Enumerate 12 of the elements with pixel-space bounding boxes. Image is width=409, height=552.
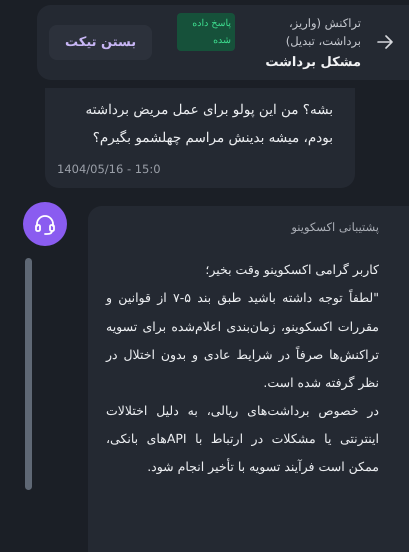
message-paragraph: در خصوص برداشت‌های ریالی، به دلیل اختلالات اینترنتی یا مشکلات در ارتباط با APIهای بانکی، ممکن است فرآیند تسویه با تأخیر انجام شود. xyxy=(106,402,379,476)
message-paragraph: کاربر گرامی اکسکوینو وقت بخیر؛ xyxy=(204,261,379,280)
ticket-category: تراکنش (واریز، برداشت، تبدیل) xyxy=(284,15,361,50)
message-text: بشه؟ من این پولو برای عمل مریض برداشته بودم، میشه بدینش مراسم چهلشمو بگیرم؟ xyxy=(84,100,333,148)
ticket-subject: مشکل برداشت xyxy=(264,54,361,70)
message-author: پشتیبانی اکسکوینو xyxy=(290,220,379,234)
headset-icon xyxy=(33,212,57,236)
message-paragraph: "لطفاً توجه داشته باشید طبق بند ۵-۷ از قوانین و مقررات اکسکوینو، زمان‌بندی اعلام‌شده برای تسویه تراکنش‌ها صرفاً در شرایط عادی و بدون اختلال در نظر گرفته شده است. xyxy=(106,288,379,392)
scrollbar[interactable] xyxy=(25,258,32,490)
status-badge: پاسخ داده شده xyxy=(177,13,235,52)
message-time: 1404/05/16 - 15:0 xyxy=(57,162,161,176)
close-ticket-button[interactable]: بستن تیکت xyxy=(49,24,152,60)
